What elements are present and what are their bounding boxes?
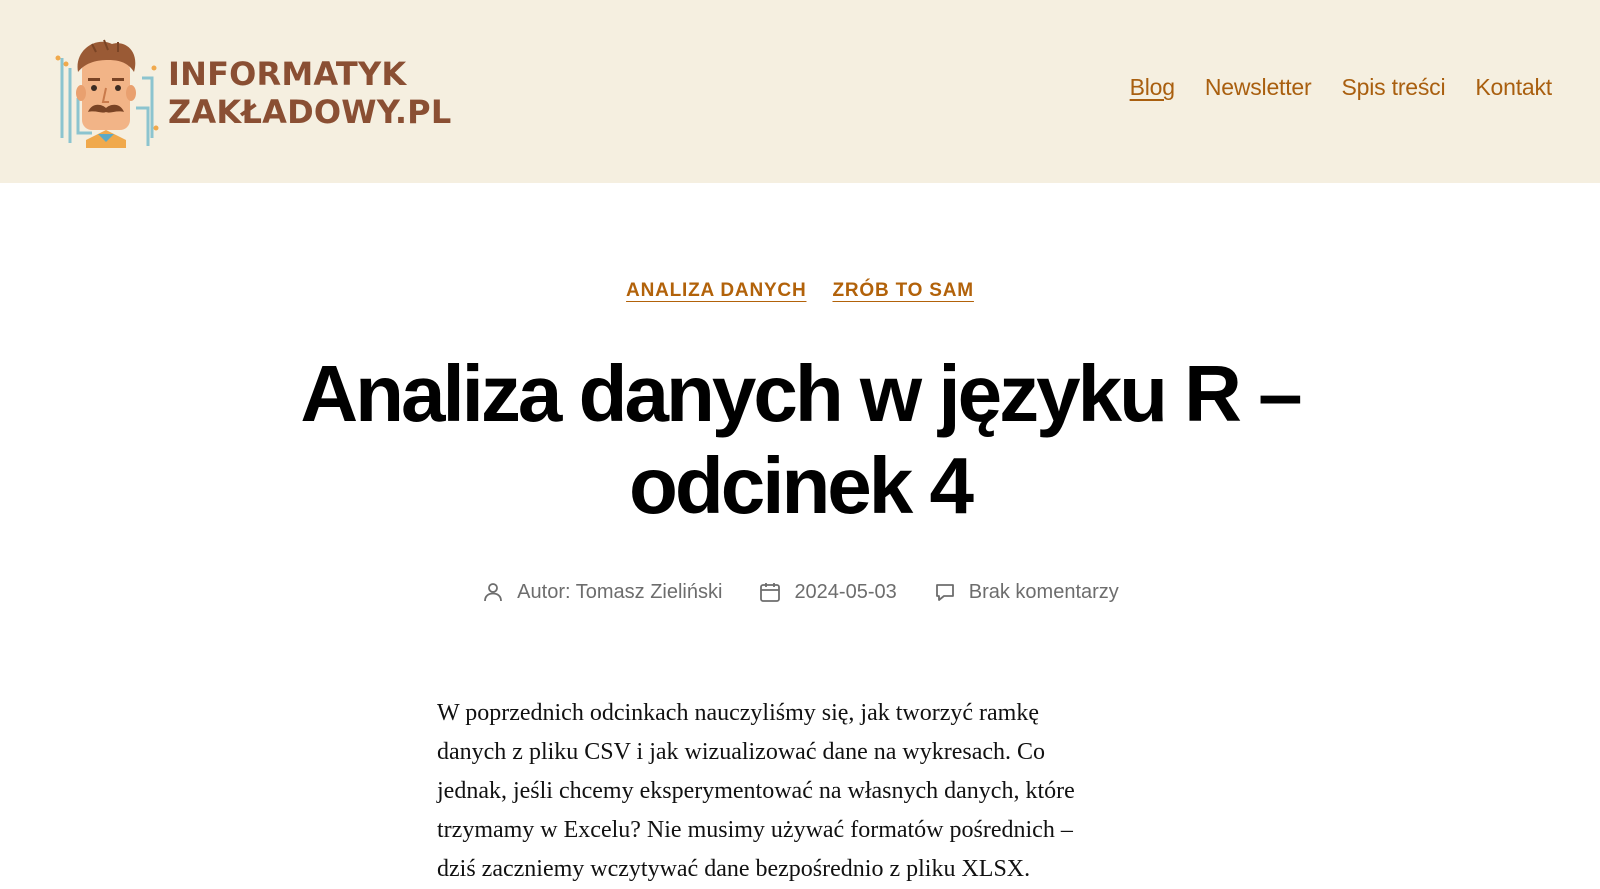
site-header: INFORMATYK ZAKŁADOWY.PL Blog Newsletter … xyxy=(0,0,1600,183)
body-line-4: trzymamy w Excelu? Nie musimy używać for… xyxy=(437,817,1073,843)
meta-date: 2024-05-03 xyxy=(758,580,897,604)
nav-item-newsletter[interactable]: Newsletter xyxy=(1205,74,1312,101)
post-title-line2: odcinek 4 xyxy=(628,441,974,530)
comment-icon xyxy=(935,584,954,601)
site-title: INFORMATYK ZAKŁADOWY.PL xyxy=(168,55,451,131)
site-title-line1: INFORMATYK xyxy=(168,55,407,93)
main-navigation: Blog Newsletter Spis treści Kontakt xyxy=(1130,74,1553,101)
calendar-icon xyxy=(760,583,781,602)
nav-item-spis-tresci[interactable]: Spis treści xyxy=(1342,74,1446,101)
nav-item-blog[interactable]: Blog xyxy=(1130,74,1175,101)
comments-link[interactable]: Brak komentarzy xyxy=(969,581,1119,604)
author-link[interactable]: Autor: Tomasz Zieliński xyxy=(517,581,722,604)
person-icon xyxy=(484,583,503,602)
site-title-line2: ZAKŁADOWY.PL xyxy=(168,93,452,131)
post-meta: Autor: Tomasz Zieliński 2024-05-03 Brak … xyxy=(0,580,1600,604)
body-line-3: jednak, jeśli chcemy eksperymentować na … xyxy=(437,778,1075,804)
nav-item-kontakt[interactable]: Kontakt xyxy=(1475,74,1552,101)
post-categories: ANALIZA DANYCH ZRÓB TO SAM xyxy=(0,280,1600,302)
post-title: Analiza danych w języku R – odcinek 4 xyxy=(250,348,1350,532)
meta-comments: Brak komentarzy xyxy=(933,580,1119,604)
post-date-link[interactable]: 2024-05-03 xyxy=(794,581,896,604)
mascot-logo xyxy=(55,39,159,148)
post-title-line1: Analiza danych w języku R – xyxy=(300,349,1302,438)
site-logo-link[interactable]: INFORMATYK ZAKŁADOWY.PL xyxy=(52,38,451,148)
meta-author: Autor: Tomasz Zieliński xyxy=(481,580,722,604)
post-header: ANALIZA DANYCH ZRÓB TO SAM Analiza danyc… xyxy=(0,280,1600,604)
body-line-2: danych z pliku CSV i jak wizualizować da… xyxy=(437,739,1046,765)
post-content: W poprzednich odcinkach nauczyliśmy się,… xyxy=(437,694,1157,889)
post-paragraph: W poprzednich odcinkach nauczyliśmy się,… xyxy=(437,694,1157,889)
category-link-analiza-danych[interactable]: ANALIZA DANYCH xyxy=(626,280,806,302)
body-line-5: dziś zaczniemy wczytywać dane bezpośredn… xyxy=(437,856,1031,882)
category-link-zrob-to-sam[interactable]: ZRÓB TO SAM xyxy=(832,280,973,302)
body-line-1: W poprzednich odcinkach nauczyliśmy się,… xyxy=(437,700,1040,726)
